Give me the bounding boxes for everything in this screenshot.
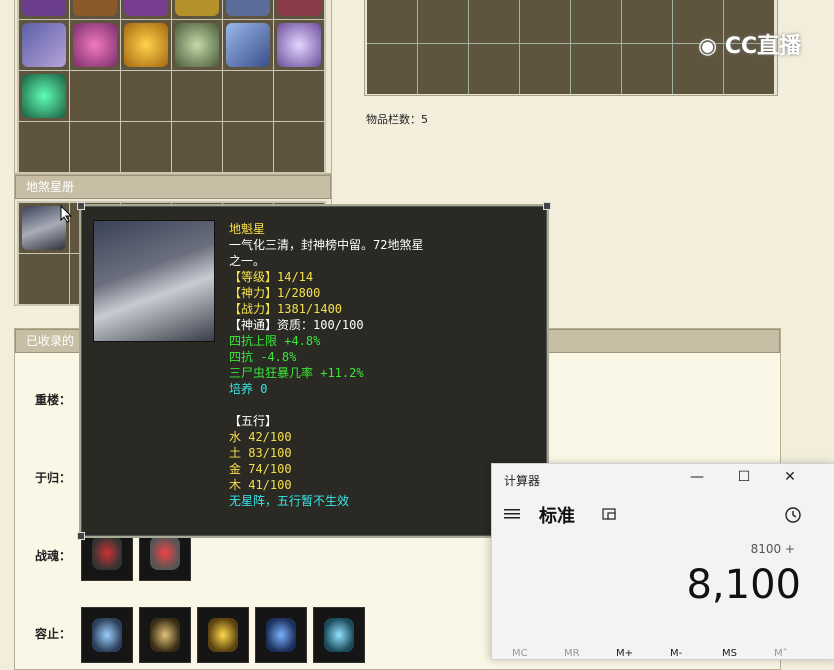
storage-slot[interactable] xyxy=(571,44,621,94)
storage-slot[interactable] xyxy=(622,44,672,94)
item-count-label: 物品栏数：5 xyxy=(366,113,428,126)
memory-recall-button[interactable]: MR xyxy=(564,648,580,659)
card-name: 地魁星 xyxy=(229,222,266,236)
equip-slot[interactable] xyxy=(255,607,307,663)
storage-slot[interactable] xyxy=(469,44,519,94)
element-water: 水 42/100 xyxy=(229,430,292,444)
maximize-button[interactable]: ☐ xyxy=(729,469,759,489)
inventory-slot[interactable] xyxy=(121,71,171,121)
star-book-header: 地煞星册 xyxy=(15,175,331,199)
storage-slot[interactable] xyxy=(367,0,417,43)
card-tooltip: 地魁星 一气化三清，封神榜中留。72地煞星 之一。 【等级】14/14 【神力】… xyxy=(77,202,551,540)
memory-list-button[interactable]: M˅ xyxy=(774,648,788,659)
inventory-slot[interactable] xyxy=(19,20,69,70)
card-combat: 【战力】1381/1400 xyxy=(229,302,343,316)
card-desc-line1: 一气化三清，封神榜中留。72地煞星 xyxy=(229,238,424,252)
element-wood: 木 41/100 xyxy=(229,478,292,492)
row-label-rongzhi: 容止： xyxy=(35,627,72,641)
watermark-logo: ◉ CC直播 xyxy=(698,28,801,60)
storage-slot[interactable] xyxy=(520,44,570,94)
inventory-slot[interactable] xyxy=(274,122,324,172)
row-label-zhanhun: 战魂： xyxy=(35,549,72,563)
inventory-slot[interactable] xyxy=(121,20,171,70)
watermark-icon: ◉ xyxy=(698,34,718,59)
inventory-slot[interactable] xyxy=(70,0,120,19)
element-earth: 土 83/100 xyxy=(229,446,292,460)
character-portrait xyxy=(93,220,215,342)
inventory-slot[interactable] xyxy=(223,122,273,172)
card-divine-power: 【神力】1/2800 xyxy=(229,286,321,300)
tooltip-corner xyxy=(77,532,85,540)
menu-icon[interactable] xyxy=(504,508,520,520)
inventory-slot[interactable] xyxy=(70,122,120,172)
element-metal: 金 74/100 xyxy=(229,462,292,476)
card-level: 【等级】14/14 xyxy=(229,270,314,284)
inventory-panel xyxy=(14,0,332,174)
inventory-slot[interactable] xyxy=(19,71,69,121)
equip-slot[interactable] xyxy=(139,607,191,663)
formation-note: 无星阵，五行暂不生效 xyxy=(229,494,350,508)
inventory-slot[interactable] xyxy=(172,122,222,172)
inventory-slot[interactable] xyxy=(274,0,324,19)
storage-slot[interactable] xyxy=(520,0,570,43)
card-stat: 四抗上限 +4.8% xyxy=(229,334,321,348)
inventory-slot[interactable] xyxy=(121,122,171,172)
inventory-slot[interactable] xyxy=(19,122,69,172)
card-nurture: 培养 0 xyxy=(229,382,268,396)
star-card-slot[interactable] xyxy=(19,254,69,304)
inventory-slot[interactable] xyxy=(172,20,222,70)
storage-slot[interactable] xyxy=(571,0,621,43)
history-icon[interactable] xyxy=(784,506,802,524)
calculator-display: 8,100 xyxy=(686,562,801,608)
card-stat: 三尸虫狂暴几率 +11.2% xyxy=(229,366,364,380)
calculator-window: 计算器 — ☐ ✕ 标准 8100 + 8,100 MC MR M+ M- MS… xyxy=(491,463,834,660)
minimize-button[interactable]: — xyxy=(682,469,712,489)
storage-slot[interactable] xyxy=(418,0,468,43)
tooltip-corner xyxy=(543,202,551,210)
inventory-slot[interactable] xyxy=(274,20,324,70)
memory-store-button[interactable]: MS xyxy=(722,648,737,659)
card-stat: 四抗 -4.8% xyxy=(229,350,297,364)
mouse-cursor-icon xyxy=(60,205,72,223)
keep-on-top-icon[interactable] xyxy=(602,508,618,522)
inventory-slot[interactable] xyxy=(274,71,324,121)
storage-slot[interactable] xyxy=(418,44,468,94)
inventory-slot[interactable] xyxy=(172,0,222,19)
inventory-slot[interactable] xyxy=(70,71,120,121)
memory-add-button[interactable]: M+ xyxy=(616,648,633,659)
calculator-title: 计算器 xyxy=(504,474,541,488)
inventory-slot[interactable] xyxy=(19,0,69,19)
row-label-chonglou: 重楼： xyxy=(35,393,72,407)
card-ability: 【神通】资质：100/100 xyxy=(229,318,364,332)
five-elements-header: 【五行】 xyxy=(229,414,278,428)
card-desc-line2: 之一。 xyxy=(229,254,266,268)
storage-slot[interactable] xyxy=(622,0,672,43)
equip-slot[interactable] xyxy=(313,607,365,663)
row-label-yugui: 于归： xyxy=(35,471,72,485)
inventory-slot[interactable] xyxy=(121,0,171,19)
tooltip-corner xyxy=(77,202,85,210)
watermark-text: CC直播 xyxy=(724,34,802,59)
inventory-slot[interactable] xyxy=(70,20,120,70)
inventory-slot[interactable] xyxy=(223,71,273,121)
memory-clear-button[interactable]: MC xyxy=(512,648,528,659)
inventory-slot[interactable] xyxy=(172,71,222,121)
equip-slot[interactable] xyxy=(81,607,133,663)
storage-slot[interactable] xyxy=(469,0,519,43)
close-button[interactable]: ✕ xyxy=(775,469,805,489)
storage-slot[interactable] xyxy=(367,44,417,94)
calculator-expression: 8100 + xyxy=(750,542,795,556)
inventory-grid xyxy=(17,0,326,174)
calculator-mode: 标准 xyxy=(539,506,575,527)
inventory-slot[interactable] xyxy=(223,20,273,70)
inventory-slot[interactable] xyxy=(223,0,273,19)
memory-subtract-button[interactable]: M- xyxy=(670,648,682,659)
equip-slot[interactable] xyxy=(197,607,249,663)
